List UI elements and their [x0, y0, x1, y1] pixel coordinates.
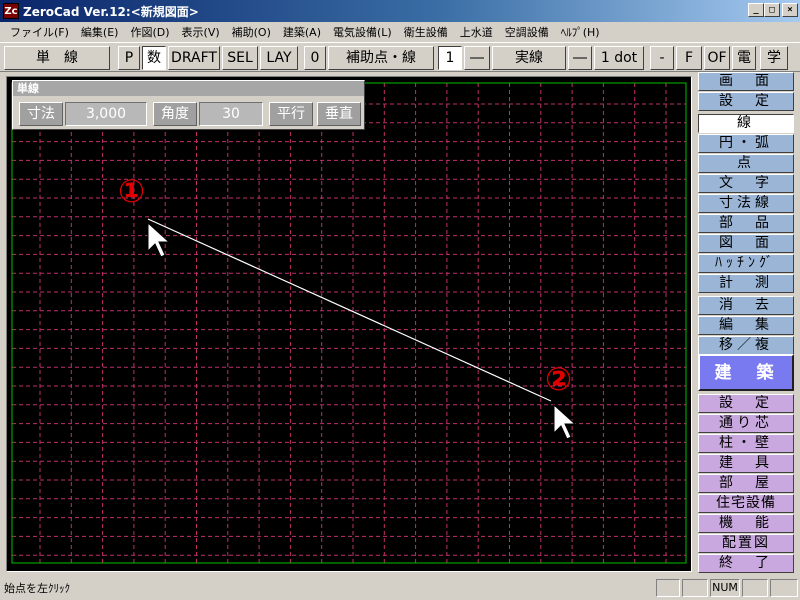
site-plan-button[interactable]: 配置図 — [698, 534, 794, 553]
menu-draw[interactable]: 作図(D) — [124, 24, 175, 40]
menu-sanitary[interactable]: 衛生設備 — [398, 24, 454, 40]
close-button[interactable]: × — [782, 3, 798, 17]
room-button[interactable]: 部 屋 — [698, 474, 794, 493]
cursor-arrow-icon — [147, 221, 171, 258]
housing-equipment-button[interactable]: 住宅設備 — [698, 494, 794, 513]
paper-frame — [11, 82, 687, 564]
status-cell — [682, 579, 708, 597]
menu-help[interactable]: ﾍﾙﾌﾟ(H) — [555, 24, 606, 40]
dimension-value[interactable]: 3,000 — [65, 102, 147, 126]
measure-button[interactable]: 計 測 — [698, 274, 794, 293]
line-command-button[interactable]: 線 — [698, 114, 794, 133]
exit-button[interactable]: 終 了 — [698, 554, 794, 573]
toolbar: 単 線 P 数 DRAFT SEL LAY 0 補助点・線 1 ― 実線 ― 1… — [0, 42, 800, 72]
lay-button[interactable]: LAY — [260, 46, 298, 70]
menu-water-supply[interactable]: 上水道 — [454, 24, 499, 40]
fixtures-button[interactable]: 建 具 — [698, 454, 794, 473]
angle-value[interactable]: 30 — [199, 102, 263, 126]
edit-button[interactable]: 編 集 — [698, 316, 794, 335]
menu-architecture[interactable]: 建築(A) — [277, 24, 327, 40]
minimize-button[interactable]: _ — [748, 3, 764, 17]
circle-arc-button[interactable]: 円・弧 — [698, 134, 794, 153]
drawing-button[interactable]: 図 面 — [698, 234, 794, 253]
vertical-button[interactable]: 垂直 — [317, 102, 361, 126]
architecture-button[interactable]: 建 築 — [698, 354, 794, 391]
status-cell — [770, 579, 798, 597]
menu-hvac[interactable]: 空調設備 — [499, 24, 555, 40]
maximize-button[interactable]: □ — [764, 3, 780, 17]
window-title: ZeroCad Ver.12:<新規図面> — [23, 4, 199, 19]
line-input-palette: 単線 寸法 3,000 角度 30 平行 垂直 — [12, 80, 365, 130]
linetype-button[interactable]: 実線 — [492, 46, 566, 70]
arch-settings-button[interactable]: 設 定 — [698, 394, 794, 413]
numeric-button[interactable]: 数 — [142, 46, 166, 70]
p-button[interactable]: P — [118, 46, 140, 70]
end-point-marker: ② — [545, 360, 573, 398]
point-button[interactable]: 点 — [698, 154, 794, 173]
aux-point-line-button[interactable]: 補助点・線 — [328, 46, 434, 70]
menu-edit[interactable]: 編集(E) — [75, 24, 125, 40]
grid-line-button[interactable]: 通り芯 — [698, 414, 794, 433]
status-bar: 始点を左ｸﾘｯｸ NUM — [0, 576, 800, 600]
title-bar: Zc ZeroCad Ver.12:<新規図面> _ □ × — [0, 0, 800, 22]
start-point-marker: ① — [118, 172, 146, 210]
menu-file[interactable]: ファイル(F) — [4, 24, 75, 40]
column-wall-button[interactable]: 柱・壁 — [698, 434, 794, 453]
menu-electrical[interactable]: 電気設備(L) — [327, 24, 398, 40]
grid-vertical-lines — [39, 83, 667, 563]
num-lock-indicator: NUM — [710, 579, 740, 597]
hatching-button[interactable]: ﾊｯﾁﾝｸﾞ — [698, 254, 794, 273]
palette-caption[interactable]: 単線 — [13, 81, 364, 96]
drawn-line[interactable] — [147, 218, 552, 402]
menu-view[interactable]: 表示(V) — [176, 24, 226, 40]
text-button[interactable]: 文 字 — [698, 174, 794, 193]
parts-button[interactable]: 部 品 — [698, 214, 794, 233]
menu-aux[interactable]: 補助(O) — [226, 24, 277, 40]
menu-bar: ファイル(F) 編集(E) 作図(D) 表示(V) 補助(O) 建築(A) 電気… — [0, 22, 800, 42]
grid-horizontal-lines — [12, 103, 686, 556]
minus-button[interactable]: - — [650, 46, 674, 70]
status-message: 始点を左ｸﾘｯｸ — [4, 582, 70, 595]
count-field[interactable]: 1 — [438, 46, 462, 70]
study-button[interactable]: 学 — [760, 46, 788, 70]
status-cell — [656, 579, 680, 597]
function-button[interactable]: 機 能 — [698, 514, 794, 533]
parallel-button[interactable]: 平行 — [269, 102, 313, 126]
move-copy-button[interactable]: 移／複 — [698, 336, 794, 355]
f-button[interactable]: F — [676, 46, 702, 70]
command-panel: 画 面 設 定 線 円・弧 点 文 字 寸法線 部 品 図 面 ﾊｯﾁﾝｸﾞ 計… — [696, 72, 796, 574]
linewidth-button[interactable]: 1 dot — [594, 46, 644, 70]
settings-button[interactable]: 設 定 — [698, 92, 794, 111]
of-button[interactable]: OF — [704, 46, 730, 70]
dimension-line-button[interactable]: 寸法線 — [698, 194, 794, 213]
linewidth-preview[interactable]: ― — [568, 46, 592, 70]
dimension-label[interactable]: 寸法 — [19, 102, 63, 126]
linestyle-preview[interactable]: ― — [464, 46, 490, 70]
mode-display[interactable]: 単 線 — [4, 46, 110, 70]
electric-button[interactable]: 電 — [732, 46, 756, 70]
sel-button[interactable]: SEL — [222, 46, 258, 70]
draft-button[interactable]: DRAFT — [168, 46, 220, 70]
drawing-surface[interactable] — [7, 77, 691, 571]
erase-button[interactable]: 消 去 — [698, 296, 794, 315]
drawing-canvas[interactable] — [6, 76, 692, 572]
status-cell — [742, 579, 768, 597]
app-icon[interactable]: Zc — [3, 3, 19, 19]
screen-button[interactable]: 画 面 — [698, 72, 794, 91]
layer-number[interactable]: 0 — [304, 46, 326, 70]
angle-label[interactable]: 角度 — [153, 102, 197, 126]
